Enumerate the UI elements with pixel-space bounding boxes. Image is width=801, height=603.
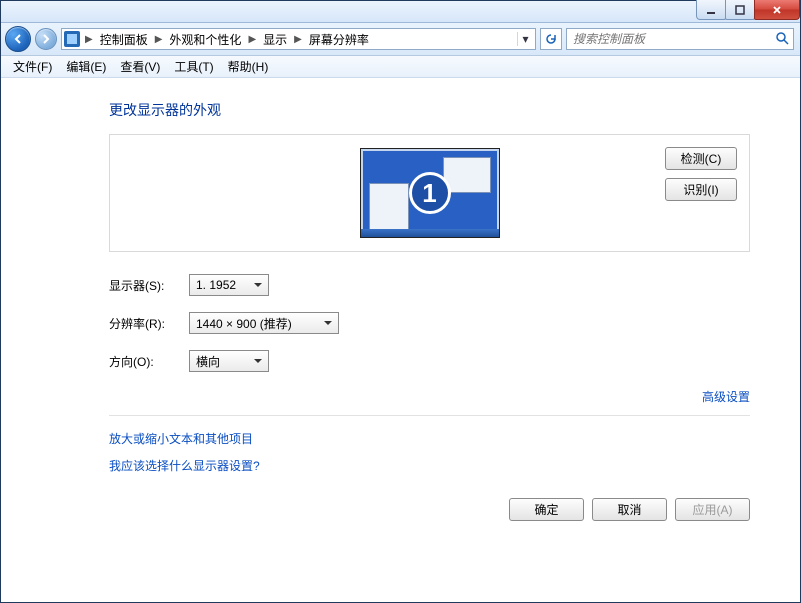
preview-taskbar-icon	[361, 229, 499, 237]
search-icon[interactable]	[775, 31, 789, 48]
address-dropdown-icon[interactable]: ▾	[517, 32, 533, 46]
title-bar	[1, 1, 800, 23]
which-settings-link[interactable]: 我应该选择什么显示器设置?	[109, 457, 750, 474]
menu-tools[interactable]: 工具(T)	[168, 56, 219, 77]
display-combo[interactable]: 1. 1952	[189, 274, 269, 296]
breadcrumb-segment[interactable]: 屏幕分辨率	[307, 31, 371, 48]
menu-bar: 文件(F) 编辑(E) 查看(V) 工具(T) 帮助(H)	[1, 56, 800, 78]
chevron-right-icon: ▶	[245, 34, 259, 45]
resolution-label: 分辨率(R):	[109, 315, 189, 332]
breadcrumb-segment[interactable]: 显示	[261, 31, 289, 48]
control-panel-icon	[64, 31, 80, 47]
address-bar[interactable]: ▶ 控制面板 ▶ 外观和个性化 ▶ 显示 ▶ 屏幕分辨率 ▾	[61, 28, 536, 50]
advanced-settings-link[interactable]: 高级设置	[702, 390, 750, 404]
preview-window-icon	[369, 183, 409, 231]
display-value: 1. 1952	[196, 278, 236, 292]
forward-button[interactable]	[35, 28, 57, 50]
text-size-link[interactable]: 放大或缩小文本和其他项目	[109, 430, 750, 447]
page-title: 更改显示器的外观	[109, 100, 750, 120]
settings-form: 显示器(S): 1. 1952 分辨率(R): 1440 × 900 (推荐) …	[109, 274, 750, 372]
related-links: 放大或缩小文本和其他项目 我应该选择什么显示器设置?	[109, 430, 750, 474]
content-area: 更改显示器的外观 1 检测(C) 识别(I) 显示器(S): 1. 1952	[1, 78, 800, 602]
monitor-preview[interactable]: 1	[360, 148, 500, 238]
apply-button[interactable]: 应用(A)	[675, 498, 750, 521]
orientation-label: 方向(O):	[109, 353, 189, 370]
orientation-combo[interactable]: 横向	[189, 350, 269, 372]
dialog-buttons: 确定 取消 应用(A)	[109, 498, 750, 521]
advanced-settings-row: 高级设置	[109, 388, 750, 405]
breadcrumb-segment[interactable]: 外观和个性化	[167, 31, 243, 48]
resolution-combo[interactable]: 1440 × 900 (推荐)	[189, 312, 339, 334]
breadcrumb-segment[interactable]: 控制面板	[98, 31, 150, 48]
refresh-button[interactable]	[540, 28, 562, 50]
menu-help[interactable]: 帮助(H)	[222, 56, 275, 77]
display-preview-box: 1 检测(C) 识别(I)	[109, 134, 750, 252]
chevron-right-icon: ▶	[291, 34, 305, 45]
menu-file[interactable]: 文件(F)	[7, 56, 58, 77]
ok-button[interactable]: 确定	[509, 498, 584, 521]
window-controls	[697, 0, 800, 20]
back-button[interactable]	[5, 26, 31, 52]
detect-button[interactable]: 检测(C)	[665, 147, 737, 170]
search-box[interactable]	[566, 28, 794, 50]
window: ▶ 控制面板 ▶ 外观和个性化 ▶ 显示 ▶ 屏幕分辨率 ▾ 文件(F) 编辑(…	[0, 0, 801, 603]
cancel-button[interactable]: 取消	[592, 498, 667, 521]
resolution-value: 1440 × 900 (推荐)	[196, 315, 292, 332]
close-button[interactable]	[754, 0, 800, 20]
minimize-button[interactable]	[696, 0, 726, 20]
identify-button[interactable]: 识别(I)	[665, 178, 737, 201]
chevron-right-icon: ▶	[152, 34, 166, 45]
nav-bar: ▶ 控制面板 ▶ 外观和个性化 ▶ 显示 ▶ 屏幕分辨率 ▾	[1, 23, 800, 56]
display-label: 显示器(S):	[109, 277, 189, 294]
menu-view[interactable]: 查看(V)	[114, 56, 166, 77]
search-input[interactable]	[571, 31, 775, 47]
menu-edit[interactable]: 编辑(E)	[60, 56, 112, 77]
preview-side-buttons: 检测(C) 识别(I)	[665, 147, 737, 201]
divider	[109, 415, 750, 416]
monitor-number: 1	[409, 172, 451, 214]
orientation-value: 横向	[196, 353, 220, 370]
maximize-button[interactable]	[725, 0, 755, 20]
chevron-right-icon: ▶	[82, 34, 96, 45]
